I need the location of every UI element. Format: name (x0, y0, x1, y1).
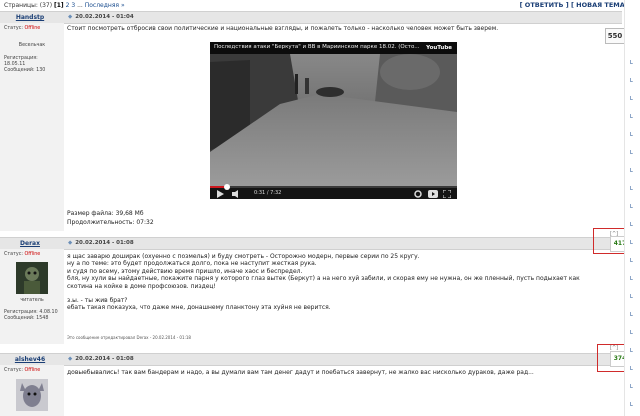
volume-icon[interactable] (232, 190, 242, 198)
user-rank: читатель (20, 298, 44, 303)
sidebar-link[interactable]: L (630, 276, 633, 282)
topic-actions: [ ОТВЕТИТЬ ] [ НОВАЯ ТЕМА ] (520, 1, 630, 9)
post-link-icon[interactable]: ◆ (68, 240, 72, 246)
post-date: ◆ 20.02.2014 - 01:04 (68, 14, 134, 20)
reply-button[interactable]: [ ОТВЕТИТЬ ] (520, 1, 569, 9)
post-line: з.ы. - ты жив брат? (67, 297, 128, 305)
sidebar-link[interactable]: L (630, 312, 633, 318)
post-line: бля, ну хули вы найдаетные, покажите пар… (67, 275, 580, 290)
sidebar-link[interactable]: L (630, 240, 633, 246)
youtube-logo[interactable]: YouTube (426, 45, 452, 51)
last-page-link[interactable]: Последняя » (85, 2, 125, 9)
sidebar-link[interactable]: L (630, 150, 633, 156)
post-author[interactable]: Derax (0, 240, 60, 247)
video-time: 0:31 / 7:32 (254, 190, 282, 196)
video-controls: 0:31 / 7:32 (210, 184, 457, 199)
post-link-icon[interactable]: ◆ (68, 14, 72, 20)
progress-handle[interactable] (224, 184, 231, 190)
video-frame (210, 42, 457, 186)
registration-info: Регистрация: 18.05.11 Сообщений: 130 (4, 56, 46, 73)
youtube-icon[interactable] (428, 190, 438, 198)
sidebar-link[interactable]: L (630, 60, 633, 66)
post-author[interactable]: alshev46 (0, 356, 60, 363)
sidebar-link[interactable]: L (630, 204, 633, 210)
post-header: alshev46 ◆ 20.02.2014 - 01:08 (0, 353, 622, 366)
post-header: Handstp ◆ 20.02.2014 - 01:04 (0, 11, 622, 24)
post-header: Derax ◆ 20.02.2014 - 01:08 (0, 237, 622, 250)
edit-note: Это сообщение отредактировал Derax - 20.… (67, 335, 191, 340)
author-info: Статус: Offline читатель Регистрация: 4.… (0, 249, 64, 344)
progress-bar[interactable] (210, 184, 457, 190)
post-body: довыебывались! так вам бандерам и надо, … (67, 369, 534, 376)
author-info: Статус: Offline Весельчак Регистрация: 18… (0, 23, 64, 231)
settings-icon[interactable] (414, 190, 422, 198)
avatar[interactable] (16, 379, 48, 411)
status-offline: Offline (24, 368, 41, 373)
pagination-bar: Страницы: (37) [1] 2 3 ... Последняя » [… (0, 0, 640, 11)
author-info: Статус: Offline (0, 365, 64, 416)
post-date: ◆ 20.02.2014 - 01:08 (68, 240, 134, 246)
video-title[interactable]: Последствия атаки "Беркута" и ВВ в Марии… (214, 44, 420, 50)
avatar[interactable] (16, 262, 48, 294)
new-topic-button[interactable]: [ НОВАЯ ТЕМА ] (571, 1, 630, 9)
video-duration: Продолжительность: 07:32 (67, 219, 154, 226)
post-line (67, 290, 597, 297)
post-author[interactable]: Handstp (0, 14, 60, 21)
post-date: ◆ 20.02.2014 - 01:08 (68, 356, 134, 362)
sidebar-link[interactable]: L (630, 348, 633, 354)
sidebar-link[interactable]: L (630, 402, 633, 408)
play-icon[interactable] (216, 190, 224, 198)
pagination: Страницы: (37) [1] 2 3 ... Последняя » (4, 2, 125, 9)
sidebar-link[interactable]: L (630, 78, 633, 84)
sidebar-link[interactable]: L (630, 384, 633, 390)
fullscreen-icon[interactable] (443, 190, 451, 198)
sidebar-link[interactable]: L (630, 114, 633, 120)
pages-label: Страницы: (37) (4, 2, 53, 9)
post-body: Стоит посмотреть отбросив свои политичес… (67, 25, 499, 32)
post-link-icon[interactable]: ◆ (68, 356, 72, 362)
post-line: я щас заварю доширак (охуенно с позмелья… (67, 253, 420, 260)
pagination-ellipsis: ... (77, 2, 83, 9)
sidebar-link[interactable]: L (630, 366, 633, 372)
post-line: ебать такая показуха, что даже мне, дона… (67, 304, 331, 312)
sidebar-link[interactable]: L (630, 222, 633, 228)
user-rank: Весельчак (18, 43, 46, 48)
current-page: [1] (53, 2, 64, 9)
status-offline: Offline (24, 26, 41, 31)
sidebar-link[interactable]: L (630, 168, 633, 174)
sidebar-link[interactable]: L (630, 258, 633, 264)
sidebar-link[interactable]: L (630, 186, 633, 192)
status-offline: Offline (24, 252, 41, 257)
sidebar-link[interactable]: L (630, 132, 633, 138)
page-3-link[interactable]: 3 (71, 2, 75, 9)
post-line: и судя по всему, этому действию время пр… (67, 267, 303, 275)
sidebar-link[interactable]: L (630, 330, 633, 336)
sidebar-link[interactable]: L (630, 294, 633, 300)
video-player[interactable]: Последствия атаки "Беркута" и ВВ в Марии… (210, 42, 457, 199)
post-rating[interactable]: 550 (605, 28, 625, 44)
file-size: Размер файла: 39,68 Мб (67, 210, 144, 217)
page-2-link[interactable]: 2 (66, 2, 70, 9)
sidebar-link[interactable]: L (630, 96, 633, 102)
post-line: ну а по теме: это будет продолжаться дол… (67, 260, 317, 268)
post-body: я щас заварю доширак (охуенно с позмелья… (67, 253, 597, 312)
registration-info: Регистрация: 4.08.10 Сообщений: 1548 (4, 310, 58, 321)
